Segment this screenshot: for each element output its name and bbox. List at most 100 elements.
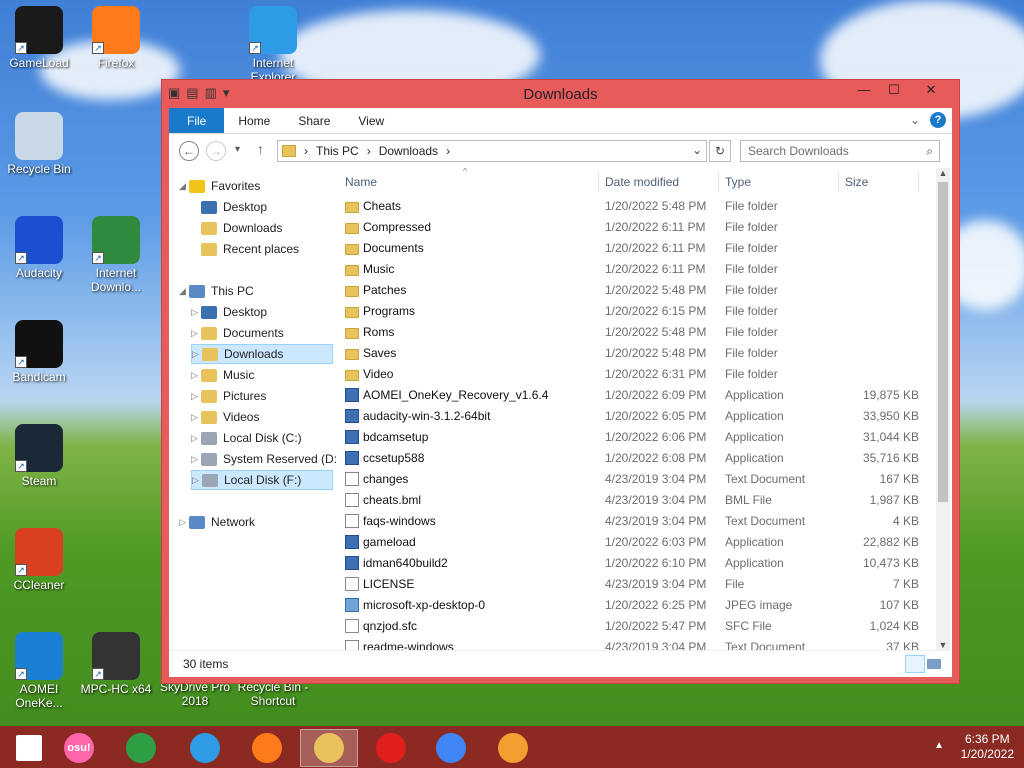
nav-favorites-item[interactable]: Downloads — [191, 218, 282, 238]
desktop-icon[interactable]: ↗ Internet Explorer — [233, 6, 313, 84]
file-row[interactable]: Saves 1/20/2022 5:48 PM File folder — [339, 343, 936, 364]
address-dropdown-icon[interactable]: ⌄ — [692, 143, 702, 157]
taskbar-chrome-button[interactable] — [422, 729, 480, 767]
vertical-scrollbar[interactable]: ▲ ▼ — [936, 168, 950, 650]
details-view-icon[interactable] — [905, 655, 925, 673]
desktop-icon[interactable]: ↗ Audacity — [0, 216, 79, 280]
nav-this-pc-item[interactable]: ▷ Local Disk (F:) — [191, 470, 333, 490]
nav-this-pc-item[interactable]: ▷ Videos — [191, 407, 259, 427]
file-row[interactable]: idman640build2 1/20/2022 6:10 PM Applicati… — [339, 553, 936, 574]
file-row[interactable]: gameload 1/20/2022 6:03 PM Application 22,8… — [339, 532, 936, 553]
expand-arrow-icon[interactable]: ▷ — [191, 407, 201, 427]
forward-button[interactable]: → — [206, 141, 226, 161]
file-row[interactable]: microsoft-xp-desktop-0 1/20/2022 6:25 PM J… — [339, 595, 936, 616]
nav-this-pc[interactable]: ◢ This PC — [179, 281, 254, 301]
taskbar-store-button[interactable] — [112, 729, 170, 767]
taskbar-media-button[interactable] — [484, 729, 542, 767]
file-row[interactable]: audacity-win-3.1.2-64bit 1/20/2022 6:05 P… — [339, 406, 936, 427]
nav-this-pc-item[interactable]: ▷ Pictures — [191, 386, 266, 406]
column-divider[interactable] — [598, 172, 599, 192]
file-row[interactable]: cheats.bml 4/23/2019 3:04 PM BML File 1,987… — [339, 490, 936, 511]
help-icon[interactable]: ? — [930, 112, 946, 128]
expand-arrow-icon[interactable]: ◢ — [179, 176, 189, 196]
tab-view[interactable]: View — [344, 108, 398, 133]
desktop-icon[interactable]: ↗ Bandicam — [0, 320, 79, 384]
clock[interactable]: 6:36 PM 1/20/2022 — [961, 732, 1014, 762]
expand-arrow-icon[interactable]: ▷ — [191, 386, 201, 406]
nav-this-pc-item[interactable]: ▷ Downloads — [191, 344, 333, 364]
expand-arrow-icon[interactable]: ▷ — [192, 344, 202, 364]
desktop-icon[interactable]: ↗ AOMEI OneKe... — [0, 632, 79, 710]
nav-favorites[interactable]: ◢ Favorites — [179, 176, 260, 196]
large-icons-view-icon[interactable] — [927, 659, 941, 669]
file-row[interactable]: Programs 1/20/2022 6:15 PM File folder — [339, 301, 936, 322]
nav-this-pc-item[interactable]: ▷ Desktop — [191, 302, 267, 322]
taskbar-firefox-button[interactable] — [238, 729, 296, 767]
desktop-icon[interactable]: ↗ GameLoad — [0, 6, 79, 70]
expand-ribbon-icon[interactable]: ⌄ — [910, 113, 920, 127]
expand-arrow-icon[interactable]: ▷ — [191, 302, 201, 322]
file-row[interactable]: Documents 1/20/2022 6:11 PM File folder — [339, 238, 936, 259]
tab-file[interactable]: File — [169, 108, 225, 133]
column-name[interactable]: Name — [345, 175, 377, 189]
file-row[interactable]: qnzjod.sfc 1/20/2022 5:47 PM SFC File 1,024… — [339, 616, 936, 637]
desktop-icon[interactable]: ↗ MPC-HC x64 — [76, 632, 156, 696]
nav-favorites-item[interactable]: Desktop — [191, 197, 267, 217]
desktop-icon[interactable]: Recycle Bin — [0, 112, 79, 176]
tab-home[interactable]: Home — [224, 108, 284, 133]
desktop-icon[interactable]: ↗ Firefox — [76, 6, 156, 70]
nav-this-pc-item[interactable]: ▷ Local Disk (C:) — [191, 428, 302, 448]
expand-arrow-icon[interactable]: ▷ — [191, 323, 201, 343]
nav-network[interactable]: ▷ Network — [179, 512, 255, 532]
nav-this-pc-item[interactable]: ▷ System Reserved (D: — [191, 449, 337, 469]
desktop-icon[interactable]: ↗ CCleaner — [0, 528, 79, 592]
taskbar-ie-button[interactable] — [176, 729, 234, 767]
file-row[interactable]: readme-windows 4/23/2019 3:04 PM Text Docu… — [339, 637, 936, 650]
nav-this-pc-item[interactable]: ▷ Documents — [191, 323, 284, 343]
file-row[interactable]: Roms 1/20/2022 5:48 PM File folder — [339, 322, 936, 343]
expand-arrow-icon[interactable]: ◢ — [179, 281, 189, 301]
desktop-icon[interactable]: ↗ Internet Downlo... — [76, 216, 156, 294]
show-hidden-icons-icon[interactable]: ▲ — [934, 740, 944, 751]
taskbar-osu-button[interactable]: osu! — [50, 729, 108, 767]
tab-share[interactable]: Share — [284, 108, 344, 133]
column-type[interactable]: Type — [725, 175, 751, 189]
file-row[interactable]: AOMEI_OneKey_Recovery_v1.6.4 1/20/2022 6:… — [339, 385, 936, 406]
scroll-thumb[interactable] — [938, 182, 948, 502]
file-row[interactable]: LICENSE 4/23/2019 3:04 PM File 7 KB — [339, 574, 936, 595]
file-row[interactable]: Compressed 1/20/2022 6:11 PM File folder — [339, 217, 936, 238]
back-button[interactable]: ← — [179, 141, 199, 161]
desktop-icon[interactable]: SkyDrive Pro 2018 — [155, 680, 235, 708]
file-row[interactable]: changes 4/23/2019 3:04 PM Text Document 167… — [339, 469, 936, 490]
address-bar[interactable]: › This PC › Downloads › ⌄ — [277, 140, 707, 162]
desktop-icon[interactable]: ↗ Steam — [0, 424, 79, 488]
breadcrumb-downloads[interactable]: Downloads — [379, 144, 438, 158]
expand-arrow-icon[interactable]: ▷ — [192, 470, 202, 490]
file-row[interactable]: Music 1/20/2022 6:11 PM File folder — [339, 259, 936, 280]
breadcrumb-this-pc[interactable]: This PC — [316, 144, 359, 158]
up-arrow-icon[interactable]: ↑ — [257, 141, 264, 157]
file-row[interactable]: ccsetup588 1/20/2022 6:08 PM Application 35… — [339, 448, 936, 469]
search-input[interactable]: Search Downloads ⌕ — [740, 140, 940, 162]
column-date-modified[interactable]: Date modified — [605, 175, 679, 189]
maximize-button[interactable]: ☐ — [879, 80, 909, 100]
expand-arrow-icon[interactable]: ▷ — [179, 512, 189, 532]
scroll-down-icon[interactable]: ▼ — [936, 640, 950, 650]
title-bar[interactable]: ▣ ▤ ▥ ▾ Downloads — ☐ ✕ — [162, 80, 959, 108]
taskbar-bandicam-button[interactable] — [362, 729, 420, 767]
nav-favorites-item[interactable]: Recent places — [191, 239, 299, 259]
column-divider[interactable] — [718, 172, 719, 192]
column-size[interactable]: Size — [845, 175, 868, 189]
file-row[interactable]: bdcamsetup 1/20/2022 6:06 PM Application 31… — [339, 427, 936, 448]
scroll-up-icon[interactable]: ▲ — [936, 168, 950, 178]
expand-arrow-icon[interactable]: ▷ — [191, 428, 201, 448]
recent-locations-icon[interactable]: ▾ — [235, 144, 240, 155]
file-row[interactable]: faqs-windows 4/23/2019 3:04 PM Text Docume… — [339, 511, 936, 532]
file-row[interactable]: Cheats 1/20/2022 5:48 PM File folder — [339, 196, 936, 217]
column-divider[interactable] — [838, 172, 839, 192]
column-divider[interactable] — [918, 172, 919, 192]
taskbar-explorer-button[interactable] — [300, 729, 358, 767]
expand-arrow-icon[interactable]: ▷ — [191, 449, 201, 469]
file-row[interactable]: Patches 1/20/2022 5:48 PM File folder — [339, 280, 936, 301]
refresh-button[interactable]: ↻ — [709, 140, 731, 162]
